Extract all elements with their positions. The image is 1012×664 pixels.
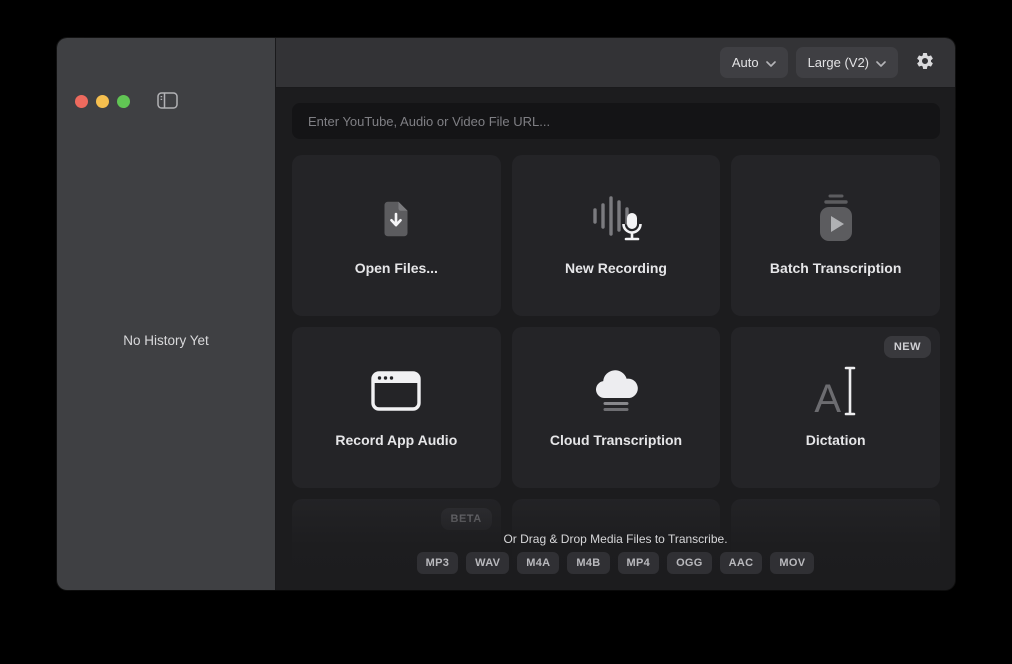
zoom-window-button[interactable] [117, 95, 130, 108]
model-dropdown[interactable]: Large (V2) [796, 47, 898, 78]
app-window-icon [364, 363, 428, 419]
cloud-transcription-card[interactable]: Cloud Transcription [512, 327, 721, 488]
history-empty-state: No History Yet [57, 333, 275, 348]
card-label: New Recording [565, 260, 667, 276]
format-pill: M4A [517, 552, 559, 574]
new-badge: NEW [884, 336, 931, 358]
format-pill: AAC [720, 552, 763, 574]
beta-badge: BETA [441, 508, 492, 530]
action-card-grid: Open Files... [292, 155, 940, 590]
stack-play-icon [804, 191, 868, 247]
language-dropdown-value: Auto [732, 55, 759, 70]
text-cursor-icon: A [804, 363, 868, 419]
dictation-letter: A [814, 379, 841, 419]
model-dropdown-value: Large (V2) [808, 55, 869, 70]
open-files-card[interactable]: Open Files... [292, 155, 501, 316]
format-pill: MP3 [417, 552, 459, 574]
format-pill: WAV [466, 552, 509, 574]
card-label: Open Files... [355, 260, 438, 276]
traffic-lights [75, 95, 130, 108]
dictation-card[interactable]: NEW A Dictation [731, 327, 940, 488]
language-dropdown[interactable]: Auto [720, 47, 788, 78]
document-download-icon [364, 191, 428, 247]
chevron-down-icon [876, 55, 886, 70]
record-app-audio-card[interactable]: Record App Audio [292, 327, 501, 488]
card-label: Cloud Transcription [550, 432, 682, 448]
supported-formats: MP3 WAV M4A M4B MP4 OGG AAC MOV [276, 552, 955, 574]
main-panel: Auto Large (V2) [276, 38, 955, 590]
chevron-down-icon [766, 55, 776, 70]
card-label: Dictation [806, 432, 866, 448]
url-input[interactable] [292, 103, 940, 139]
close-window-button[interactable] [75, 95, 88, 108]
toggle-sidebar-button[interactable] [154, 92, 180, 114]
drag-drop-hint: Or Drag & Drop Media Files to Transcribe… [276, 532, 955, 546]
card-label: Record App Audio [335, 432, 457, 448]
new-recording-card[interactable]: New Recording [512, 155, 721, 316]
sidebar-toggle-icon [157, 92, 178, 114]
gear-icon [915, 51, 935, 74]
format-pill: OGG [667, 552, 712, 574]
settings-button[interactable] [910, 48, 940, 78]
format-pill: MOV [770, 552, 814, 574]
app-window: No History Yet Auto Large (V2) [57, 38, 955, 590]
card-label: Batch Transcription [770, 260, 901, 276]
format-pill: M4B [567, 552, 609, 574]
sidebar: No History Yet [57, 38, 276, 590]
format-pill: MP4 [618, 552, 660, 574]
cloud-icon [584, 363, 648, 419]
toolbar: Auto Large (V2) [276, 38, 955, 88]
batch-transcription-card[interactable]: Batch Transcription [731, 155, 940, 316]
waveform-microphone-icon [584, 191, 648, 247]
minimize-window-button[interactable] [96, 95, 109, 108]
content-area: Open Files... [276, 88, 955, 590]
